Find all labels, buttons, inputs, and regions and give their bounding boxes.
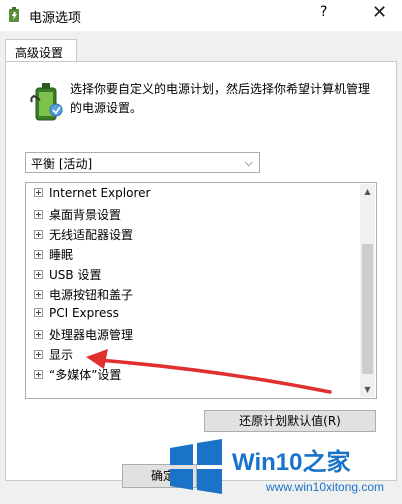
- tab-advanced-settings[interactable]: 高级设置: [5, 39, 77, 62]
- vertical-scrollbar[interactable]: ▲ ▼: [360, 184, 375, 397]
- windows-logo-icon: [170, 439, 222, 494]
- tree-item-usb[interactable]: USB 设置: [34, 266, 101, 284]
- tree-item-pci-express[interactable]: PCI Express: [34, 306, 119, 324]
- close-button[interactable]: ✕: [372, 2, 387, 23]
- help-button[interactable]: ?: [320, 4, 327, 20]
- expand-icon[interactable]: [34, 250, 43, 259]
- battery-icon: [30, 83, 63, 121]
- expand-icon[interactable]: [34, 230, 43, 239]
- tree-item-multimedia[interactable]: “多媒体”设置: [34, 366, 121, 384]
- chevron-down-icon: ⌵: [244, 156, 253, 169]
- scroll-thumb[interactable]: [362, 244, 373, 374]
- scroll-down-arrow-icon[interactable]: ▼: [360, 382, 375, 397]
- expand-icon[interactable]: [34, 370, 43, 379]
- tree-item-display[interactable]: 显示: [34, 346, 73, 364]
- expand-icon[interactable]: [34, 308, 43, 317]
- tree-item-internet-explorer[interactable]: Internet Explorer: [34, 186, 150, 204]
- tab-label: 高级设置: [15, 46, 64, 60]
- restore-defaults-button[interactable]: 还原计划默认值(R): [204, 410, 376, 432]
- settings-tree[interactable]: Internet Explorer 桌面背景设置 无线适配器设置 睡眠 USB …: [25, 182, 377, 399]
- tree-item-sleep[interactable]: 睡眠: [34, 246, 73, 264]
- watermark-name: Win10之家: [232, 449, 351, 476]
- tree-item-processor-power[interactable]: 处理器电源管理: [34, 326, 133, 344]
- expand-icon[interactable]: [34, 330, 43, 339]
- tree-item-wireless-adapter[interactable]: 无线适配器设置: [34, 226, 133, 244]
- scroll-up-arrow-icon[interactable]: ▲: [360, 184, 375, 199]
- watermark-url: www.win10xitong.com: [266, 480, 385, 494]
- power-plan-value: 平衡 [活动]: [31, 157, 93, 171]
- power-options-icon: [9, 7, 19, 22]
- expand-icon[interactable]: [34, 188, 43, 197]
- window-title: 电源选项: [29, 11, 82, 26]
- expand-icon[interactable]: [34, 210, 43, 219]
- tree-item-power-buttons[interactable]: 电源按钮和盖子: [34, 286, 133, 304]
- title-bar: 电源选项 ? ✕: [0, 0, 402, 31]
- tree-item-desktop-background[interactable]: 桌面背景设置: [34, 206, 121, 224]
- power-plan-dropdown[interactable]: 平衡 [活动] ⌵: [25, 152, 260, 173]
- expand-icon[interactable]: [34, 350, 43, 359]
- expand-icon[interactable]: [34, 290, 43, 299]
- description-text: 选择你要自定义的电源计划，然后选择你希望计算机管理的电源设置。: [70, 82, 371, 115]
- expand-icon[interactable]: [34, 270, 43, 279]
